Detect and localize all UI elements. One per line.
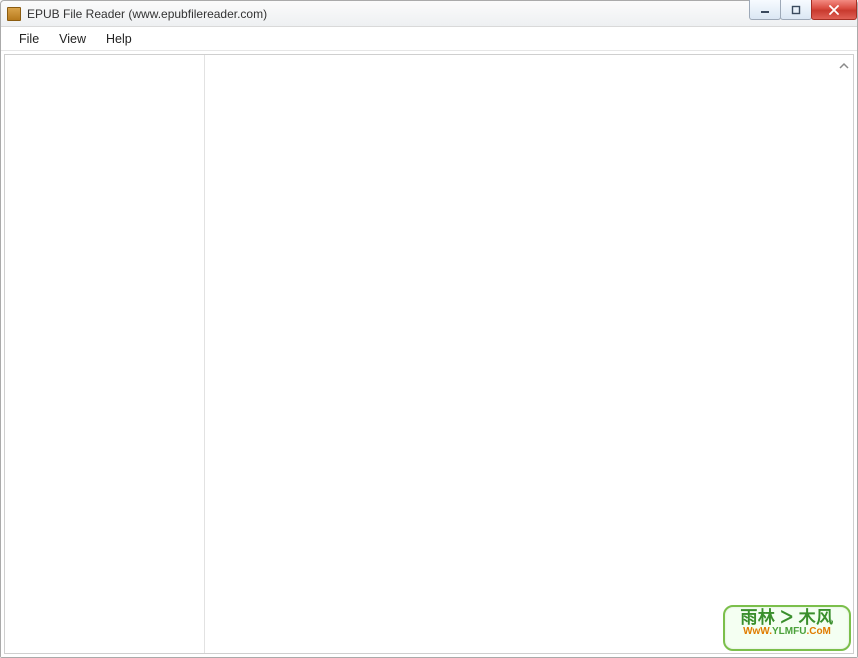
window-title: EPUB File Reader (www.epubfilereader.com…	[27, 7, 267, 21]
sidebar-pane[interactable]	[5, 55, 205, 653]
maximize-button[interactable]	[780, 0, 812, 20]
menu-file[interactable]: File	[9, 29, 49, 49]
minimize-button[interactable]	[749, 0, 781, 20]
menu-bar: File View Help	[1, 27, 857, 51]
app-icon	[7, 7, 21, 21]
menu-view[interactable]: View	[49, 29, 96, 49]
content-pane[interactable]	[205, 55, 853, 653]
scrollbar-up-button[interactable]	[837, 57, 851, 75]
client-area	[1, 51, 857, 657]
application-window: EPUB File Reader (www.epubfilereader.com…	[0, 0, 858, 658]
window-controls	[750, 0, 857, 20]
close-icon	[828, 5, 840, 15]
maximize-icon	[791, 5, 801, 15]
title-bar[interactable]: EPUB File Reader (www.epubfilereader.com…	[1, 1, 857, 27]
close-button[interactable]	[811, 0, 857, 20]
minimize-icon	[760, 5, 770, 15]
chevron-up-icon	[839, 61, 849, 71]
menu-help[interactable]: Help	[96, 29, 142, 49]
main-panel	[4, 54, 854, 654]
